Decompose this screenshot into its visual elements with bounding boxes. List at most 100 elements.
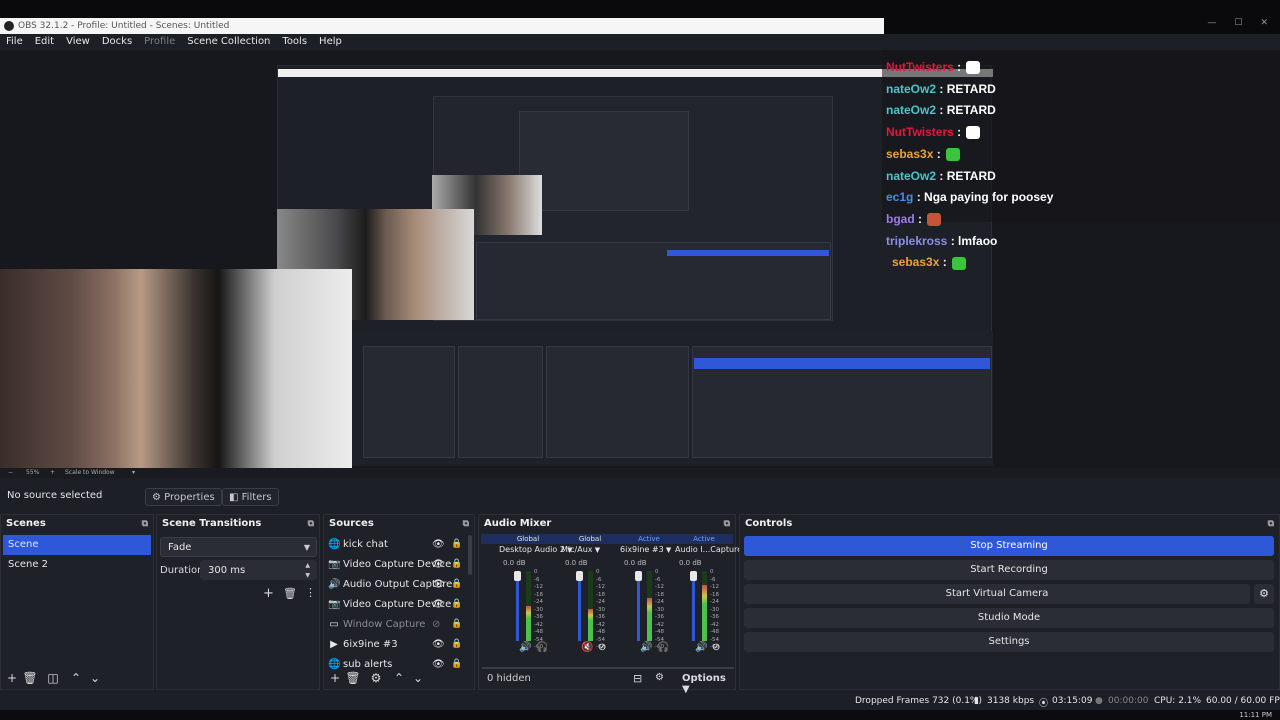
stream-icon: ⦿ <box>1039 699 1049 709</box>
spinner-arrows-icon[interactable]: ▲ ▼ <box>305 561 310 581</box>
menu-file[interactable]: File <box>0 34 29 50</box>
mixer-settings-icon[interactable]: ⚙ <box>655 672 664 683</box>
remove-transition-icon[interactable]: 🗑 <box>283 587 297 600</box>
nested-obs-capture-3 <box>519 111 689 211</box>
move-down-icon[interactable]: ⌄ <box>410 671 426 685</box>
layout-icon[interactable]: ⊟ <box>633 672 642 685</box>
muted-speaker-icon[interactable]: 🔇 <box>581 642 593 653</box>
window-icon: ▭ <box>329 619 339 630</box>
undock-icon[interactable]: ⧉ <box>308 515 314 533</box>
eye-icon[interactable]: 👁 <box>432 579 445 590</box>
source-item[interactable]: ▶ 6ix9ine #3 <box>328 635 468 655</box>
volume-slider-knob[interactable] <box>576 571 583 581</box>
source-properties-icon[interactable]: ⚙ <box>368 671 384 685</box>
menu-scene-collection[interactable]: Scene Collection <box>181 34 276 50</box>
start-recording-button[interactable]: Start Recording <box>744 560 1274 580</box>
menu-help[interactable]: Help <box>313 34 348 50</box>
volume-slider-knob[interactable] <box>514 571 521 581</box>
scene-item-scene[interactable]: Scene <box>3 535 151 555</box>
nested-stop-streaming <box>694 358 990 369</box>
zoom-in-icon[interactable]: + <box>50 469 55 476</box>
scale-caret-icon[interactable]: ▾ <box>132 469 135 476</box>
eye-icon[interactable]: 👁 <box>432 539 445 550</box>
duration-spinner[interactable]: 300 ms ▲ ▼ <box>200 560 317 580</box>
chat-separator: : <box>939 255 951 270</box>
eye-hidden-icon[interactable]: ⊘ <box>432 619 440 630</box>
settings-button[interactable]: Settings <box>744 632 1274 652</box>
source-item[interactable]: 📷 Video Capture Device <box>328 595 468 615</box>
speaker-icon[interactable]: 🔊 <box>519 642 531 653</box>
eye-icon[interactable]: 👁 <box>432 559 445 570</box>
preview-canvas[interactable]: NutTwisters : nateOw2 : RETARD nateOw2 : … <box>0 50 1280 468</box>
source-item[interactable]: 🌐 kick chat <box>328 535 468 555</box>
lock-icon[interactable]: 🔒 <box>451 579 462 589</box>
menu-tools[interactable]: Tools <box>276 34 313 50</box>
maximize-icon[interactable]: ☐ <box>1234 18 1242 28</box>
sources-scrollbar[interactable] <box>468 535 472 575</box>
add-scene-icon[interactable]: + <box>4 671 20 685</box>
transition-menu-icon[interactable]: ⋮ <box>305 586 316 599</box>
transition-select[interactable]: Fade ▼ <box>160 537 317 557</box>
speaker-icon[interactable]: 🔊 <box>640 642 652 653</box>
headphones-icon[interactable]: 🎧 <box>536 642 548 653</box>
eye-icon[interactable]: 👁 <box>432 639 445 650</box>
menu-docks[interactable]: Docks <box>96 34 138 50</box>
zoom-out-icon[interactable]: − <box>8 469 13 476</box>
menu-profile[interactable]: Profile <box>138 34 181 50</box>
hidden-count: 0 hidden <box>487 673 531 684</box>
undock-icon[interactable]: ⧉ <box>1268 515 1274 533</box>
speaker-icon[interactable]: 🔊 <box>695 642 707 653</box>
add-source-icon[interactable]: + <box>327 671 343 685</box>
source-item[interactable]: 📷 Video Capture Device <box>328 555 468 575</box>
menu-view[interactable]: View <box>60 34 96 50</box>
undock-icon[interactable]: ⧉ <box>463 515 469 533</box>
undock-icon[interactable]: ⧉ <box>142 515 148 533</box>
source-item[interactable]: ▭ Window Capture <box>328 615 468 635</box>
move-down-icon[interactable]: ⌄ <box>87 671 103 685</box>
chat-separator: : <box>947 233 959 248</box>
volume-slider-knob[interactable] <box>690 571 697 581</box>
scenes-header: Scenes ⧉ <box>1 515 153 533</box>
lock-icon[interactable]: 🔒 <box>451 639 462 649</box>
volume-slider[interactable] <box>578 571 581 641</box>
remove-scene-icon[interactable]: 🗑 <box>22 671 38 685</box>
headphones-icon[interactable]: ⊘ <box>598 642 606 653</box>
studio-mode-button[interactable]: Studio Mode <box>744 608 1274 628</box>
volume-slider[interactable] <box>637 571 640 641</box>
volume-slider[interactable] <box>516 571 519 641</box>
move-up-icon[interactable]: ⌃ <box>391 671 407 685</box>
mixer-channel-name[interactable]: 6ix9ine #3 ▼ <box>620 545 671 554</box>
virtual-camera-settings-icon[interactable]: ⚙ <box>1254 584 1274 604</box>
minimize-icon[interactable]: — <box>1207 18 1216 28</box>
filters-button[interactable]: ◧ Filters <box>222 488 279 506</box>
scale-to-window[interactable]: Scale to Window <box>65 469 115 476</box>
mixer-scrollbar[interactable] <box>482 667 734 669</box>
remove-source-icon[interactable]: 🗑 <box>345 671 361 685</box>
lock-icon[interactable]: 🔒 <box>451 559 462 569</box>
move-up-icon[interactable]: ⌃ <box>68 671 84 685</box>
lock-icon[interactable]: 🔒 <box>451 539 462 549</box>
headphones-icon[interactable]: ⊘ <box>712 642 720 653</box>
source-item[interactable]: 🔊 Audio Output Capture <box>328 575 468 595</box>
chevron-down-icon: ▼ <box>663 546 672 554</box>
mixer-channel-name[interactable]: Mic/Aux ▼ <box>561 545 600 554</box>
browser-icon: 🌐 <box>328 539 341 550</box>
headphones-icon[interactable]: 🎧 <box>657 642 669 653</box>
close-icon[interactable]: ✕ <box>1260 18 1268 28</box>
undock-icon[interactable]: ⧉ <box>724 515 730 533</box>
camera-icon: 📷 <box>328 559 341 570</box>
lock-icon[interactable]: 🔒 <box>451 599 462 609</box>
meter-scale-tick: 0 <box>655 569 659 575</box>
stop-streaming-button[interactable]: Stop Streaming <box>744 536 1274 556</box>
lock-icon[interactable]: 🔒 <box>451 619 462 629</box>
eye-icon[interactable]: 👁 <box>432 599 445 610</box>
volume-slider-knob[interactable] <box>635 571 642 581</box>
scene-item-scene-2[interactable]: Scene 2 <box>3 555 48 575</box>
properties-button[interactable]: ⚙ Properties <box>145 488 222 506</box>
scene-filters-icon[interactable]: ◫ <box>45 671 61 685</box>
volume-slider[interactable] <box>692 571 695 641</box>
meter-scale-tick: -42 <box>710 621 719 628</box>
menu-edit[interactable]: Edit <box>29 34 60 50</box>
add-transition-icon[interactable]: + <box>263 586 274 601</box>
start-virtual-camera-button[interactable]: Start Virtual Camera <box>744 584 1250 604</box>
